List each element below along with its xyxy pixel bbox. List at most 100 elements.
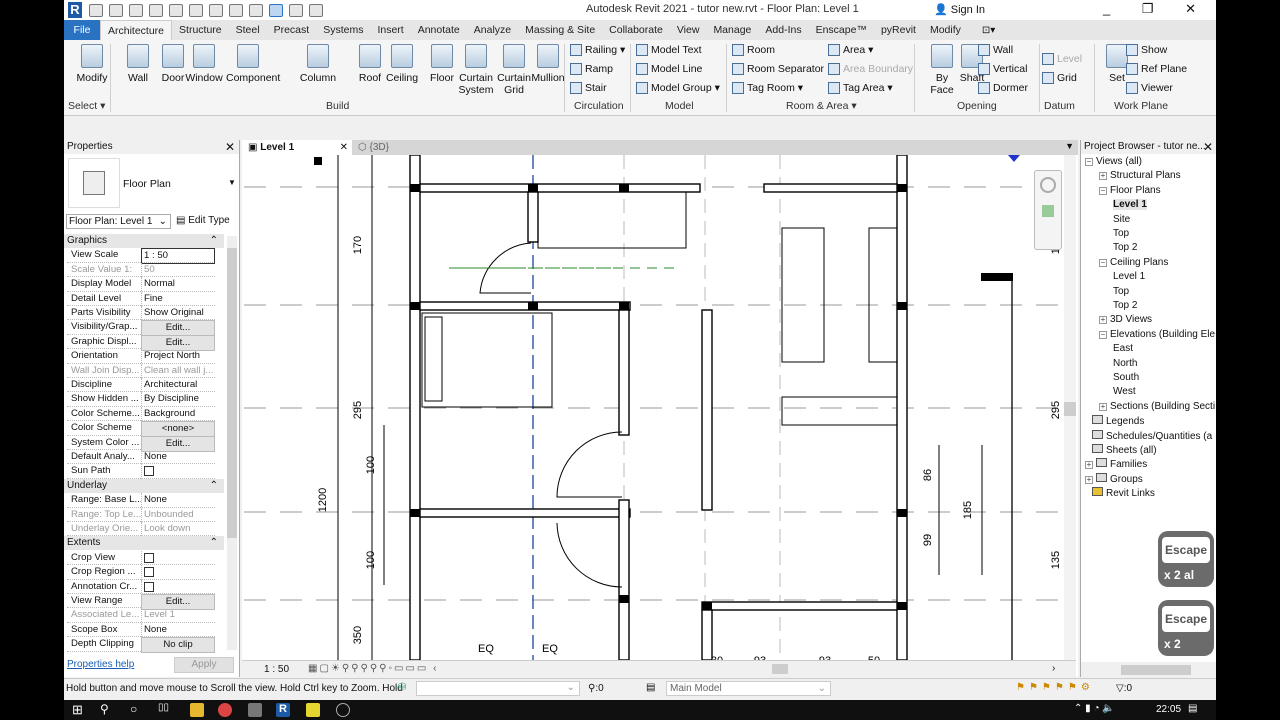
expand-icon[interactable]: + (1099, 316, 1107, 325)
browser-item[interactable]: + Sections (Building Secti (1099, 401, 1215, 412)
browser-item[interactable]: Level 1 (1113, 199, 1147, 211)
task-view-icon[interactable]: ▯▯ (158, 702, 169, 713)
browser-item[interactable]: Top (1113, 228, 1129, 239)
panel-label[interactable]: Select ▾ (68, 100, 105, 112)
tab-add-ins[interactable]: Add-Ins (758, 20, 808, 40)
property-edit-button[interactable]: No clip (141, 637, 215, 654)
property-value[interactable]: Normal (141, 277, 215, 292)
design-option-dropdown[interactable]: Main Model ⌄ (666, 681, 831, 696)
browser-item[interactable]: Schedules/Quantities (a (1092, 429, 1212, 442)
ribbon-model-line-button[interactable]: Model Line (636, 63, 702, 75)
property-value[interactable]: Architectural (141, 378, 215, 392)
property-value[interactable]: None (141, 450, 215, 464)
filter-count[interactable]: ▽:0 (1116, 683, 1132, 694)
browser-scrollbar[interactable] (1081, 662, 1216, 677)
group-underlay[interactable]: Underlay ⌃ (64, 478, 224, 493)
ribbon-window-button[interactable]: Window (182, 44, 226, 84)
panel-label[interactable]: Circulation (574, 100, 624, 112)
checkbox[interactable] (144, 552, 154, 563)
tab-structure[interactable]: Structure (172, 20, 229, 40)
browser-item[interactable]: + Families (1085, 458, 1147, 470)
tab-manage[interactable]: Manage (706, 20, 758, 40)
type-name[interactable]: Floor Plan (123, 178, 171, 190)
property-value[interactable]: Background (141, 406, 215, 421)
expand-icon[interactable]: + (1085, 461, 1093, 470)
browser-item[interactable]: + Groups (1085, 472, 1143, 485)
text-icon[interactable] (229, 3, 243, 17)
tab-annotate[interactable]: Annotate (411, 20, 467, 40)
ribbon-area-button[interactable]: Area ▾ (828, 44, 873, 56)
ribbon-room-button[interactable]: Room (732, 44, 775, 56)
open-icon[interactable] (89, 3, 103, 17)
redo-icon[interactable] (169, 3, 183, 17)
panel-label[interactable]: Datum (1044, 100, 1075, 112)
ribbon-tag-room-button[interactable]: Tag Room ▾ (732, 82, 803, 94)
properties-scrollbar[interactable] (227, 236, 237, 650)
file-explorer-icon[interactable] (190, 703, 204, 717)
close-tab-icon[interactable]: ✕ (340, 140, 348, 155)
tab-steel[interactable]: Steel (229, 20, 267, 40)
tab-level-1[interactable]: ▣ Level 1 ✕ (242, 140, 352, 155)
ribbon-column-button[interactable]: Column (296, 44, 340, 84)
ribbon-modify-button[interactable]: Modify (70, 44, 114, 84)
panel-label[interactable]: Work Plane (1114, 100, 1168, 112)
floor-plan-canvas[interactable]: 1702951200100100350EQEQ86991852951351703… (244, 155, 1064, 660)
ribbon-ceiling-button[interactable]: Ceiling (380, 44, 424, 84)
search-icon[interactable]: ⚲ (100, 702, 109, 716)
tab-menu-icon[interactable]: ▼ (1065, 141, 1074, 151)
tab-precast[interactable]: Precast (267, 20, 317, 40)
tab-insert[interactable]: Insert (370, 20, 410, 40)
collapse-icon[interactable]: − (1099, 186, 1107, 195)
tray-icons[interactable]: ⌃ ▮ ◔ 🔈 (1074, 703, 1115, 714)
ribbon-tag-area-button[interactable]: Tag Area ▾ (828, 82, 893, 94)
property-value[interactable]: None (141, 493, 215, 508)
close-hidden-icon[interactable] (289, 3, 303, 17)
property-value[interactable]: Fine (141, 291, 215, 306)
app-icon[interactable] (248, 703, 262, 717)
tab-enscape-[interactable]: Enscape™ (809, 20, 874, 40)
ribbon-minimize-icon[interactable]: ⊡▾ (982, 25, 995, 36)
windows-start-icon[interactable]: ⊞ (72, 702, 83, 718)
browser-item[interactable]: South (1113, 372, 1139, 383)
panel-label[interactable]: Room & Area ▾ (786, 100, 857, 112)
view-control-icons[interactable]: ▦▢☀⚲⚲⚲⚲⚲◦▭▭▭ ‹ (308, 663, 438, 674)
properties-help-link[interactable]: Properties help (67, 659, 134, 670)
collapse-icon[interactable]: − (1085, 158, 1093, 166)
browser-item[interactable]: Sheets (all) (1092, 444, 1157, 456)
view-selector[interactable]: Floor Plan: Level 1 ⌄ (66, 214, 171, 229)
measure-icon[interactable] (209, 3, 223, 17)
thin-lines-icon[interactable] (269, 3, 283, 17)
browser-item[interactable]: Level 1 (1113, 271, 1145, 282)
3d-view-icon[interactable] (249, 3, 263, 17)
panel-label[interactable]: Model (665, 100, 694, 112)
ribbon-viewer-button[interactable]: Viewer (1126, 82, 1173, 94)
ribbon-ref-plane-button[interactable]: Ref Plane (1126, 63, 1187, 75)
tab-3d[interactable]: ⬡ {3D} (354, 140, 389, 155)
close-icon[interactable]: ✕ (225, 140, 235, 154)
ribbon-model-text-button[interactable]: Model Text (636, 44, 702, 56)
design-options-icon[interactable]: ▤ (646, 682, 655, 693)
tab-collaborate[interactable]: Collaborate (602, 20, 670, 40)
browser-item[interactable]: North (1113, 358, 1137, 369)
app2-icon[interactable] (336, 703, 350, 717)
property-value[interactable]: By Discipline (141, 392, 215, 407)
vertical-scrollbar[interactable] (1064, 155, 1076, 660)
steering-wheel-icon[interactable] (1040, 177, 1056, 193)
revit-logo-icon[interactable]: R (68, 2, 82, 18)
group-extents[interactable]: Extents ⌃ (64, 536, 224, 551)
collapse-icon[interactable]: − (1099, 330, 1107, 339)
scroll-right-icon[interactable]: › (1052, 663, 1055, 674)
chrome-icon[interactable] (218, 703, 232, 717)
close-icon[interactable]: ✕ (1203, 140, 1213, 154)
clock[interactable]: 22:05 (1156, 704, 1181, 715)
browser-item[interactable]: Site (1113, 214, 1130, 225)
edit-type-button[interactable]: ▤ Edit Type (176, 214, 230, 228)
navigation-bar[interactable] (1034, 170, 1062, 250)
tab-architecture[interactable]: Architecture (100, 19, 173, 41)
group-graphics[interactable]: Graphics ⌃ (64, 234, 224, 248)
apply-button[interactable]: Apply (174, 657, 234, 673)
print-icon[interactable] (189, 3, 203, 17)
type-dropdown-icon[interactable]: ▼ (228, 178, 236, 187)
checkbox[interactable] (144, 581, 154, 592)
revit-taskbar-icon[interactable]: R (276, 703, 290, 717)
